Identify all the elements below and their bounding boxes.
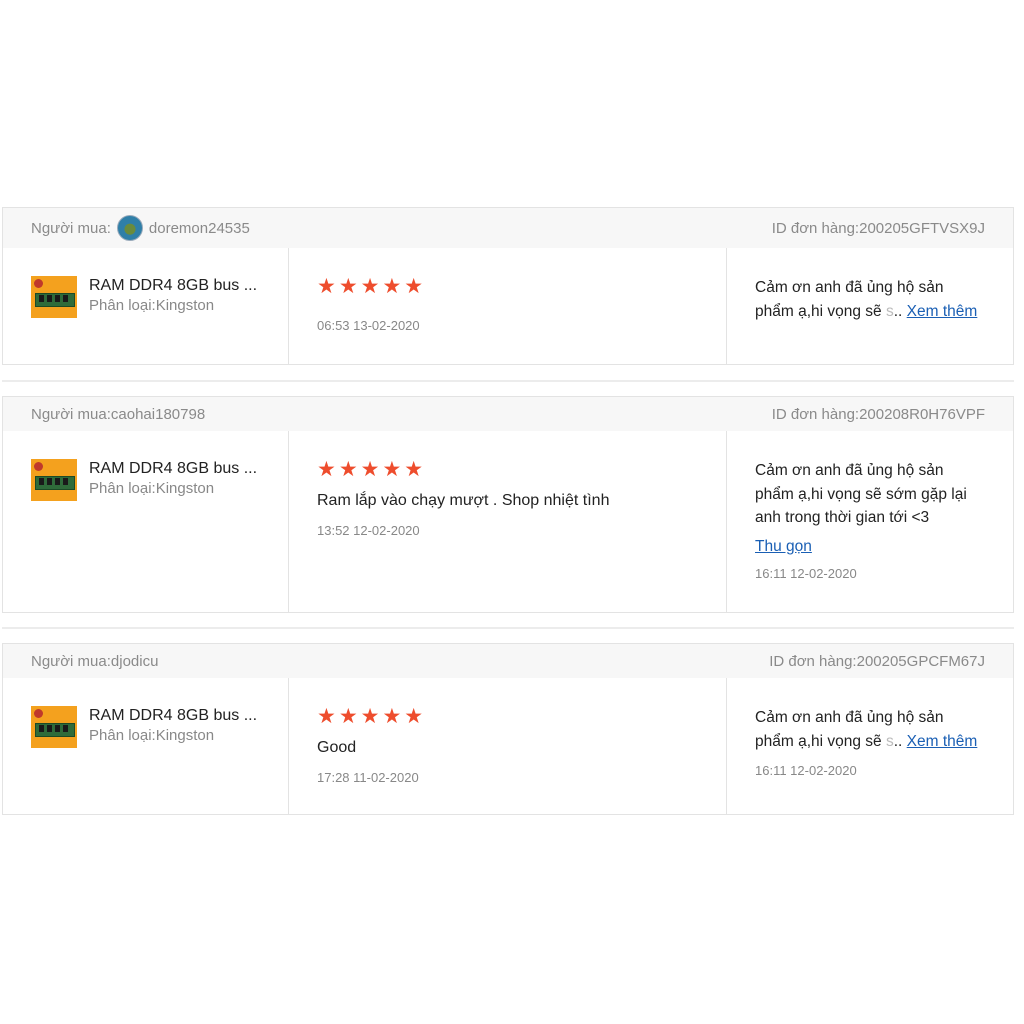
order-id: ID đơn hàng:200208R0H76VPF bbox=[771, 405, 985, 423]
reply-text-line: Cảm ơn anh đã ủng hộ sản bbox=[755, 709, 944, 726]
buyer-info: Người mua: doremon24535 bbox=[31, 215, 250, 241]
buyer-name[interactable]: doremon24535 bbox=[149, 220, 250, 237]
product-name[interactable]: RAM DDR4 8GB bus ... bbox=[89, 276, 257, 296]
reply-fade-text: s bbox=[881, 732, 894, 750]
buyer-label: Người mua: bbox=[31, 652, 111, 670]
product-thumbnail[interactable] bbox=[31, 459, 77, 501]
product-variant: Phân loại:Kingston bbox=[89, 297, 215, 314]
star-rating-icon: ★★★★★ bbox=[317, 458, 427, 481]
review-card: Người mua: caohai180798 ID đơn hàng:20020… bbox=[2, 396, 1014, 613]
see-more-link[interactable]: Xem thêm bbox=[907, 733, 978, 750]
product-variant: Phân loại:Kingston bbox=[89, 480, 215, 497]
divider bbox=[2, 380, 1014, 382]
see-more-link[interactable]: Xem thêm bbox=[907, 303, 978, 320]
review-header: Người mua: djodicu ID đơn hàng:200205GPCF… bbox=[3, 644, 1013, 678]
seller-reply: Cảm ơn anh đã ủng hộ sản phẩm ạ,hi vọng … bbox=[727, 248, 1013, 364]
brand-logo-icon bbox=[34, 279, 43, 288]
review-comment: Ram lắp vào chạy mượt . Shop nhiệt tình bbox=[317, 492, 610, 509]
buyer-info: Người mua: caohai180798 bbox=[31, 406, 205, 423]
buyer-label: Người mua: bbox=[31, 405, 111, 423]
buyer-name[interactable]: caohai180798 bbox=[111, 406, 205, 423]
seller-reply: Cảm ơn anh đã ủng hộ sản phẩm ạ,hi vọng … bbox=[727, 431, 1013, 612]
product-thumbnail[interactable] bbox=[31, 706, 77, 748]
reply-ellipsis: .. bbox=[893, 302, 903, 320]
reply-text-line: anh trong thời gian tới <3 bbox=[755, 509, 930, 526]
product-name[interactable]: RAM DDR4 8GB bus ... bbox=[89, 706, 257, 726]
product-thumbnail[interactable] bbox=[31, 276, 77, 318]
review-header: Người mua: doremon24535 ID đơn hàng:2002… bbox=[3, 208, 1013, 248]
review-card: Người mua: djodicu ID đơn hàng:200205GPCF… bbox=[2, 643, 1014, 815]
review-comment: Good bbox=[317, 739, 357, 756]
star-rating-icon: ★★★★★ bbox=[317, 275, 427, 298]
reply-text-line: Cảm ơn anh đã ủng hộ sản bbox=[755, 279, 944, 296]
review-content: ★★★★★ 06:53 13-02-2020 bbox=[289, 248, 727, 364]
product-cell[interactable]: RAM DDR4 8GB bus ... Phân loại:Kingston bbox=[3, 678, 289, 814]
review-header: Người mua: caohai180798 ID đơn hàng:20020… bbox=[3, 397, 1013, 431]
review-card: Người mua: doremon24535 ID đơn hàng:2002… bbox=[2, 207, 1014, 365]
reply-text-line: Cảm ơn anh đã ủng hộ sản bbox=[755, 462, 944, 479]
reply-fade-text: s bbox=[881, 302, 894, 320]
reply-text-line: phẩm ạ,hi vọng sẽ bbox=[755, 302, 882, 320]
review-content: ★★★★★ Good 17:28 11-02-2020 bbox=[289, 678, 727, 814]
collapse-link[interactable]: Thu gọn bbox=[755, 538, 812, 555]
product-variant: Phân loại:Kingston bbox=[89, 727, 215, 744]
brand-logo-icon bbox=[34, 462, 43, 471]
buyer-info: Người mua: djodicu bbox=[31, 653, 158, 670]
reply-timestamp: 16:11 12-02-2020 bbox=[755, 565, 857, 581]
brand-logo-icon bbox=[34, 709, 43, 718]
review-timestamp: 06:53 13-02-2020 bbox=[317, 318, 420, 333]
reply-text-line: phẩm ạ,hi vọng sẽ sớm gặp lại bbox=[755, 485, 967, 503]
avatar[interactable] bbox=[116, 215, 143, 241]
order-id: ID đơn hàng:200205GPCFM67J bbox=[769, 652, 985, 670]
order-id: ID đơn hàng:200205GFTVSX9J bbox=[771, 219, 985, 237]
reply-timestamp: 16:11 12-02-2020 bbox=[755, 763, 857, 778]
product-name[interactable]: RAM DDR4 8GB bus ... bbox=[89, 459, 257, 479]
review-timestamp: 13:52 12-02-2020 bbox=[317, 523, 420, 538]
buyer-label: Người mua: bbox=[31, 219, 111, 237]
product-cell[interactable]: RAM DDR4 8GB bus ... Phân loại:Kingston bbox=[3, 431, 289, 612]
star-rating-icon: ★★★★★ bbox=[317, 705, 427, 728]
review-content: ★★★★★ Ram lắp vào chạy mượt . Shop nhiệt… bbox=[289, 431, 727, 612]
product-cell[interactable]: RAM DDR4 8GB bus ... Phân loại:Kingston bbox=[3, 248, 289, 364]
divider bbox=[2, 627, 1014, 629]
review-timestamp: 17:28 11-02-2020 bbox=[317, 770, 419, 785]
seller-reply: Cảm ơn anh đã ủng hộ sản phẩm ạ,hi vọng … bbox=[727, 678, 1013, 814]
reply-text-line: phẩm ạ,hi vọng sẽ bbox=[755, 732, 882, 750]
buyer-name[interactable]: djodicu bbox=[111, 653, 159, 670]
reply-ellipsis: .. bbox=[893, 732, 903, 750]
